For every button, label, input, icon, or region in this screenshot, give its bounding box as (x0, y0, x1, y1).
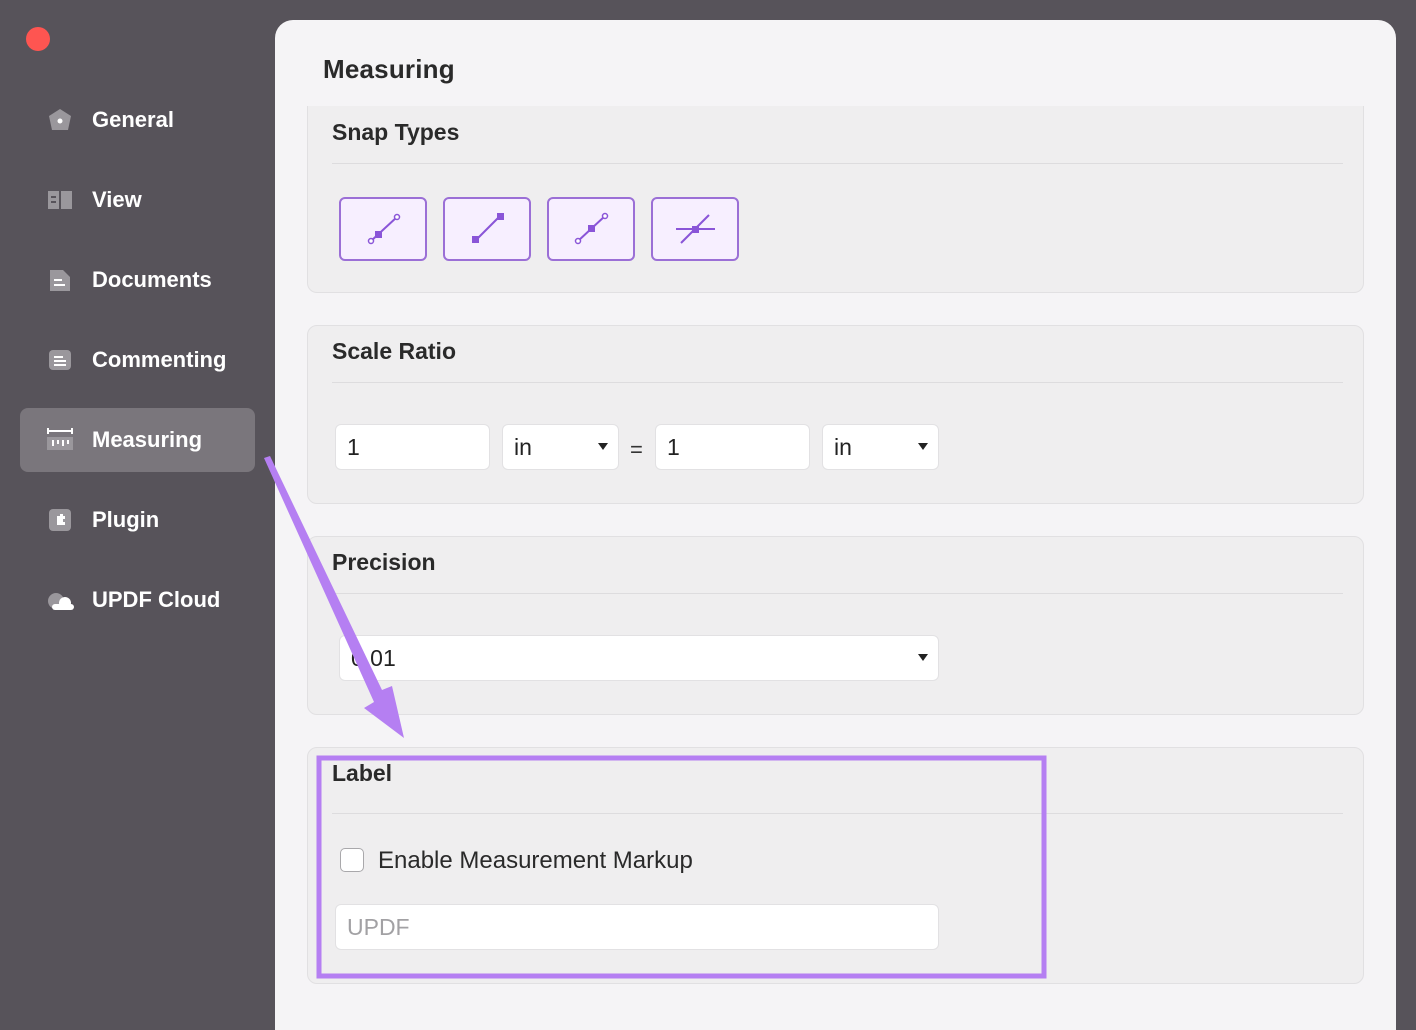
label-section: Label Enable Measurement Markup UPDF (307, 747, 1364, 984)
snap-to-endpoint-button[interactable] (443, 197, 531, 261)
sidebar-item-view[interactable]: View (20, 168, 255, 232)
snap-types-section: Snap Types (307, 106, 1364, 293)
scale-ratio-section: Scale Ratio 1 in = 1 in (307, 325, 1364, 504)
snap-to-endpoint-icon (472, 213, 504, 243)
sidebar-item-label: UPDF Cloud (92, 587, 221, 612)
scale-right-value-input[interactable]: 1 (655, 424, 810, 470)
sidebar-item-updf-cloud[interactable]: UPDF Cloud (20, 568, 255, 632)
section-title: Precision (332, 549, 436, 575)
snap-to-midpoint-button[interactable] (547, 197, 635, 261)
snap-to-intersection-button[interactable] (651, 197, 739, 261)
snap-to-path-button[interactable] (339, 197, 427, 261)
sidebar-item-label: Plugin (92, 507, 160, 532)
close-window-button[interactable] (26, 27, 50, 51)
chevron-down-icon (918, 654, 928, 661)
equals-sign: = (630, 437, 643, 462)
precision-section: Precision 0.01 (307, 536, 1364, 715)
enable-measurement-markup-checkbox[interactable] (340, 848, 364, 872)
sidebar-item-label: View (92, 187, 142, 212)
book-icon (46, 186, 74, 214)
puzzle-icon (46, 506, 74, 534)
section-title: Snap Types (332, 119, 460, 145)
sidebar: General View Documents Commenting Measur… (20, 88, 255, 648)
snap-to-intersection-icon (676, 214, 715, 244)
section-title: Scale Ratio (332, 338, 456, 364)
sidebar-item-label: Measuring (92, 427, 203, 452)
chevron-down-icon (918, 443, 928, 450)
snap-to-path-icon (367, 213, 401, 245)
chevron-down-icon (598, 443, 608, 450)
gear-icon (46, 106, 74, 134)
sidebar-item-plugin[interactable]: Plugin (20, 488, 255, 552)
sidebar-item-label: Commenting (92, 347, 227, 372)
scale-left-value-input[interactable]: 1 (335, 424, 490, 470)
section-title: Label (332, 760, 393, 786)
document-icon (46, 266, 74, 294)
sidebar-item-measuring[interactable]: Measuring (20, 408, 255, 472)
sidebar-item-general[interactable]: General (20, 88, 255, 152)
sidebar-item-label: General (92, 107, 174, 132)
comment-icon (46, 346, 74, 374)
scale-right-unit-select[interactable]: in (822, 424, 939, 470)
precision-select[interactable]: 0.01 (339, 635, 939, 681)
cloud-icon (46, 586, 74, 614)
ruler-icon (46, 426, 74, 454)
settings-panel: Measuring Snap Types Scale Ratio 1 in = … (275, 20, 1396, 1030)
checkbox-label: Enable Measurement Markup (378, 847, 693, 874)
label-text-input[interactable]: UPDF (335, 904, 939, 950)
page-title: Measuring (323, 54, 455, 84)
sidebar-item-label: Documents (92, 267, 212, 292)
scale-left-unit-select[interactable]: in (502, 424, 619, 470)
sidebar-item-documents[interactable]: Documents (20, 248, 255, 312)
sidebar-item-commenting[interactable]: Commenting (20, 328, 255, 392)
snap-to-midpoint-icon (574, 212, 609, 245)
